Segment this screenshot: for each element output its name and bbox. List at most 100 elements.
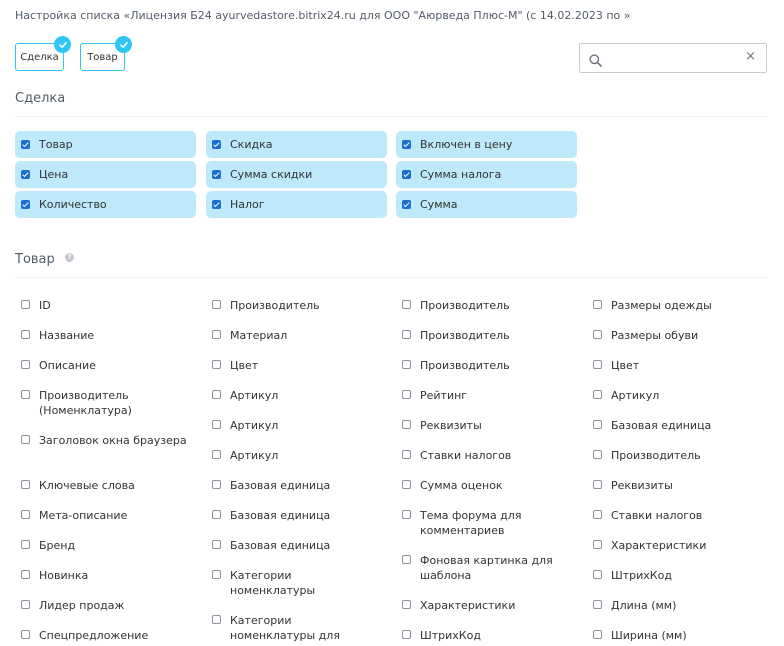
- product-field-item[interactable]: Фоновая картинка для шаблона: [402, 553, 582, 583]
- product-field-item[interactable]: Производитель: [593, 448, 773, 463]
- checkbox[interactable]: [21, 200, 30, 209]
- product-field-item[interactable]: Мета-описание: [21, 508, 201, 523]
- checkbox[interactable]: [21, 600, 30, 609]
- checkbox[interactable]: [212, 170, 221, 179]
- product-field-item[interactable]: Цвет: [593, 358, 773, 373]
- tab-deal[interactable]: Сделка: [15, 36, 71, 71]
- checkbox[interactable]: [402, 330, 411, 339]
- checkbox[interactable]: [593, 420, 602, 429]
- checkbox[interactable]: [402, 480, 411, 489]
- tab-product[interactable]: Товар: [80, 36, 132, 71]
- product-field-item[interactable]: Бренд: [21, 538, 201, 553]
- checkbox[interactable]: [21, 510, 30, 519]
- product-field-item[interactable]: Размеры обуви: [593, 328, 773, 343]
- checkbox[interactable]: [21, 330, 30, 339]
- product-field-item[interactable]: Базовая единица: [212, 508, 392, 523]
- checkbox[interactable]: [212, 300, 221, 309]
- checkbox[interactable]: [593, 630, 602, 639]
- product-field-item[interactable]: Категории номенклатуры для: [212, 613, 392, 643]
- product-field-item[interactable]: Новинка: [21, 568, 201, 583]
- product-field-item[interactable]: Характеристики: [402, 598, 582, 613]
- product-field-item[interactable]: Рейтинг: [402, 388, 582, 403]
- checkbox[interactable]: [402, 170, 411, 179]
- checkbox[interactable]: [402, 420, 411, 429]
- checkbox[interactable]: [402, 600, 411, 609]
- product-field-item[interactable]: Размеры одежды: [593, 298, 773, 313]
- checkbox[interactable]: [593, 570, 602, 579]
- checkbox[interactable]: [212, 570, 221, 579]
- checkbox[interactable]: [212, 450, 221, 459]
- checkbox[interactable]: [402, 140, 411, 149]
- checkbox[interactable]: [21, 360, 30, 369]
- checkbox[interactable]: [212, 200, 221, 209]
- deal-field-chip[interactable]: Товар: [15, 131, 196, 158]
- product-field-item[interactable]: Ставки налогов: [402, 448, 582, 463]
- checkbox[interactable]: [212, 360, 221, 369]
- deal-field-chip[interactable]: Сумма налога: [396, 161, 577, 188]
- checkbox[interactable]: [402, 360, 411, 369]
- checkbox[interactable]: [212, 390, 221, 399]
- product-field-item[interactable]: Базовая единица: [593, 418, 773, 433]
- product-field-item[interactable]: Реквизиты: [402, 418, 582, 433]
- checkbox[interactable]: [593, 300, 602, 309]
- deal-field-chip[interactable]: Сумма: [396, 191, 577, 218]
- help-icon[interactable]: ?: [65, 253, 74, 262]
- product-field-item[interactable]: Название: [21, 328, 201, 343]
- checkbox[interactable]: [593, 510, 602, 519]
- product-field-item[interactable]: Производитель: [402, 358, 582, 373]
- product-field-item[interactable]: Артикул: [212, 418, 392, 433]
- checkbox[interactable]: [402, 390, 411, 399]
- checkbox[interactable]: [593, 540, 602, 549]
- product-field-item[interactable]: Лидер продаж: [21, 598, 201, 613]
- product-field-item[interactable]: Производитель: [402, 298, 582, 313]
- product-field-item[interactable]: Базовая единица: [212, 538, 392, 553]
- checkbox[interactable]: [593, 450, 602, 459]
- checkbox[interactable]: [212, 510, 221, 519]
- product-field-item[interactable]: Спецпредложение: [21, 628, 201, 643]
- product-field-item[interactable]: ID: [21, 298, 201, 313]
- product-field-item[interactable]: ШтрихКод: [402, 628, 582, 643]
- checkbox[interactable]: [21, 390, 30, 399]
- product-field-item[interactable]: Описание: [21, 358, 201, 373]
- deal-field-chip[interactable]: Налог: [206, 191, 387, 218]
- checkbox[interactable]: [212, 540, 221, 549]
- product-field-item[interactable]: Тема форума для комментариев: [402, 508, 582, 538]
- checkbox[interactable]: [21, 140, 30, 149]
- checkbox[interactable]: [593, 360, 602, 369]
- checkbox[interactable]: [402, 450, 411, 459]
- checkbox[interactable]: [212, 420, 221, 429]
- checkbox[interactable]: [212, 480, 221, 489]
- product-field-item[interactable]: Артикул: [212, 448, 392, 463]
- product-field-item[interactable]: Материал: [212, 328, 392, 343]
- product-field-item[interactable]: Базовая единица: [212, 478, 392, 493]
- checkbox[interactable]: [21, 480, 30, 489]
- search-input[interactable]: [608, 44, 738, 72]
- deal-field-chip[interactable]: Включен в цену: [396, 131, 577, 158]
- product-field-item[interactable]: Длина (мм): [593, 598, 773, 613]
- product-field-item[interactable]: Сумма оценок: [402, 478, 582, 493]
- checkbox[interactable]: [21, 170, 30, 179]
- checkbox[interactable]: [402, 555, 411, 564]
- product-field-item[interactable]: Производитель: [212, 298, 392, 313]
- product-field-item[interactable]: Артикул: [593, 388, 773, 403]
- checkbox[interactable]: [212, 615, 221, 624]
- product-field-item[interactable]: Ширина (мм): [593, 628, 773, 643]
- product-field-item[interactable]: Заголовок окна браузера: [21, 433, 201, 448]
- deal-field-chip[interactable]: Цена: [15, 161, 196, 188]
- checkbox[interactable]: [593, 330, 602, 339]
- checkbox[interactable]: [593, 480, 602, 489]
- product-field-item[interactable]: Ключевые слова: [21, 478, 201, 493]
- checkbox[interactable]: [212, 140, 221, 149]
- deal-field-chip[interactable]: Скидка: [206, 131, 387, 158]
- deal-field-chip[interactable]: Количество: [15, 191, 196, 218]
- product-field-item[interactable]: Ставки налогов: [593, 508, 773, 523]
- product-field-item[interactable]: ШтрихКод: [593, 568, 773, 583]
- product-field-item[interactable]: Категории номенклатуры: [212, 568, 392, 598]
- product-field-item[interactable]: Характеристики: [593, 538, 773, 553]
- product-field-item[interactable]: Цвет: [212, 358, 392, 373]
- product-field-item[interactable]: Производитель: [402, 328, 582, 343]
- checkbox[interactable]: [402, 300, 411, 309]
- checkbox[interactable]: [212, 330, 221, 339]
- checkbox[interactable]: [402, 630, 411, 639]
- checkbox[interactable]: [593, 390, 602, 399]
